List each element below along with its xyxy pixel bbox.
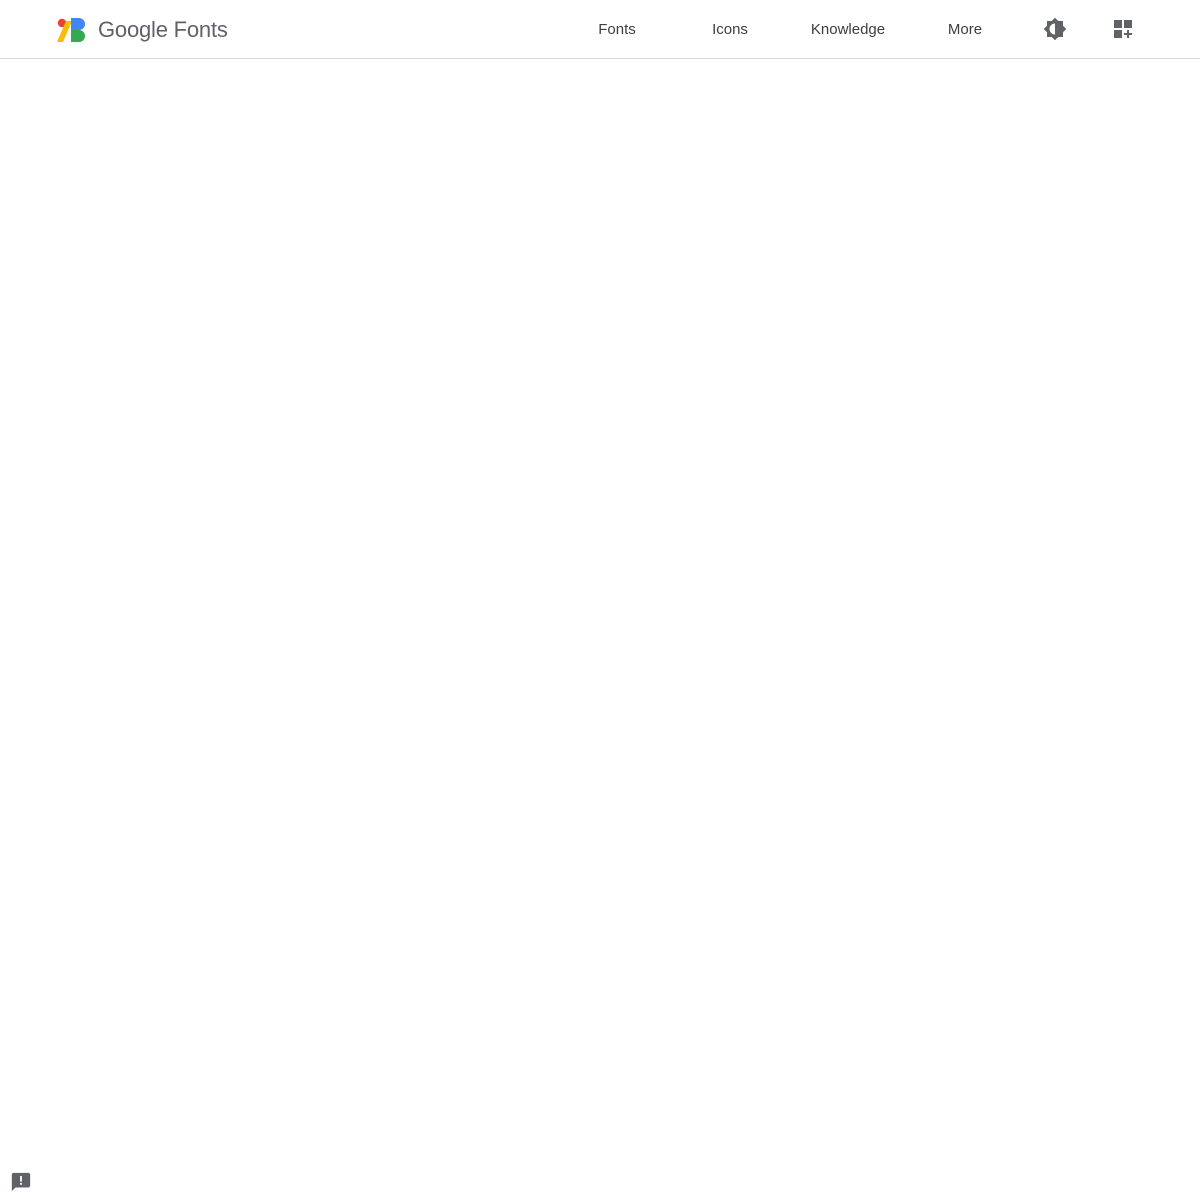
theme-toggle-button[interactable]	[1035, 9, 1075, 49]
nav-icons[interactable]: Icons	[690, 0, 770, 59]
main-content	[0, 60, 1200, 1200]
selected-families-button[interactable]	[1103, 9, 1143, 49]
add-to-collection-icon	[1114, 20, 1132, 38]
brand-home-link[interactable]: Google Fonts	[57, 17, 228, 43]
nav-knowledge[interactable]: Knowledge	[798, 0, 898, 59]
nav-more[interactable]: More	[925, 0, 1005, 59]
feedback-button[interactable]	[10, 1171, 32, 1193]
top-app-bar: Google Fonts Fonts Icons Knowledge More	[0, 0, 1200, 59]
feedback-icon	[11, 1172, 31, 1192]
google-fonts-logo-icon	[57, 18, 85, 42]
brightness-icon	[1043, 17, 1067, 41]
brand-name: Google Fonts	[98, 17, 228, 42]
nav-fonts[interactable]: Fonts	[577, 0, 657, 59]
